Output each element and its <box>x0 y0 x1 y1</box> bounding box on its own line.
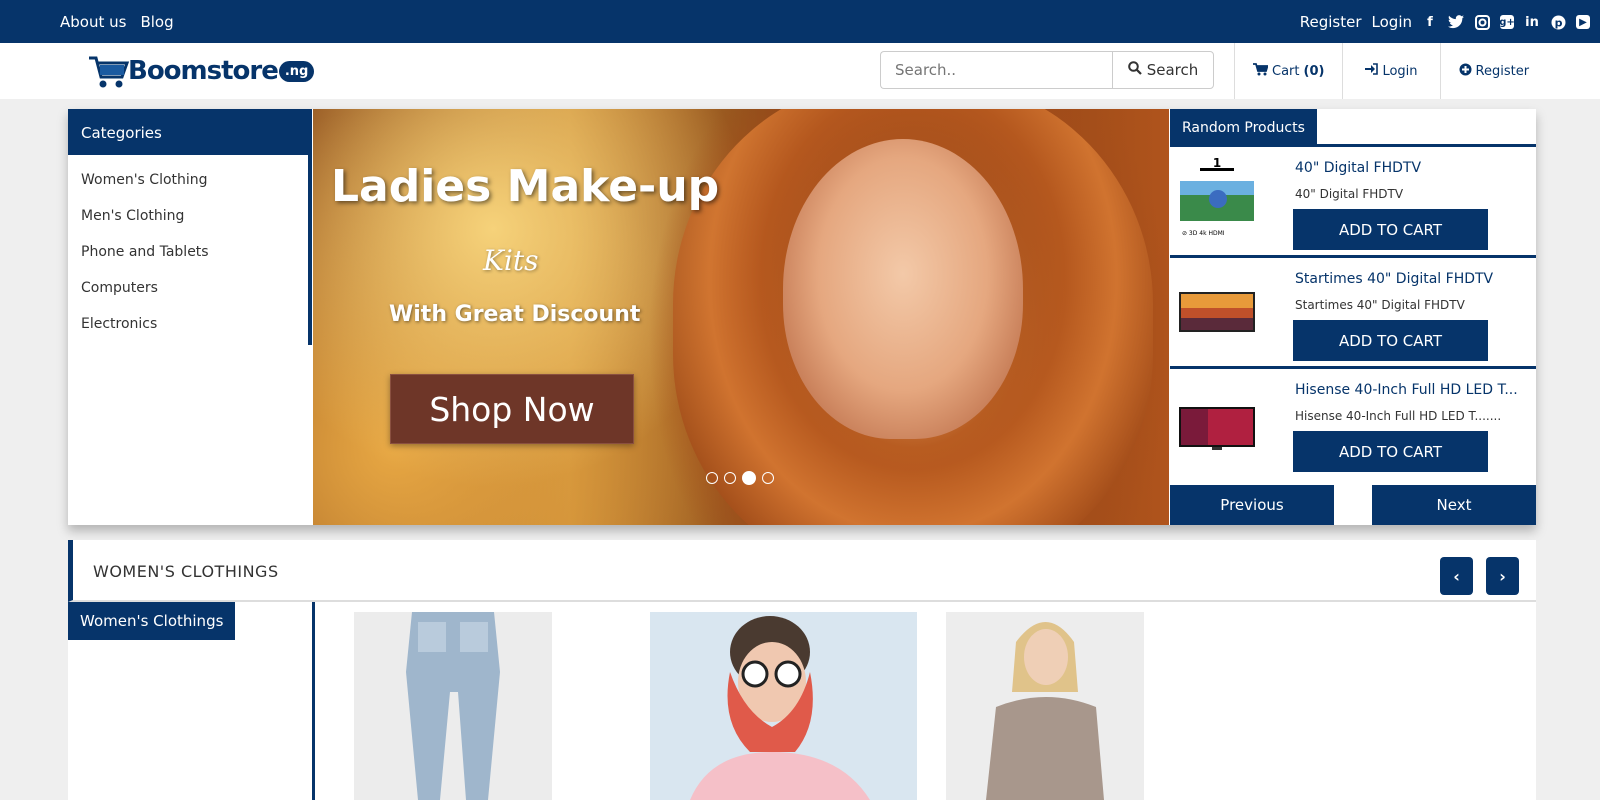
product-desc: Hisense 40-Inch Full HD LED T....... <box>1295 409 1502 423</box>
carousel-dot[interactable] <box>762 472 774 484</box>
svg-text:⊘ 3D 4k HDMI: ⊘ 3D 4k HDMI <box>1182 230 1225 237</box>
instagram-icon[interactable] <box>1474 14 1490 30</box>
register-label: Register <box>1475 63 1530 79</box>
carousel-dot[interactable] <box>706 472 718 484</box>
cart-label: Cart <box>1272 63 1300 79</box>
next-button[interactable]: Next <box>1372 485 1536 525</box>
shop-now-button[interactable]: Shop Now <box>390 374 634 444</box>
top-register-link[interactable]: Register <box>1300 13 1362 31</box>
product-item: Hisense 40-Inch Full HD LED T... Hisense… <box>1170 369 1536 480</box>
logo-tld: .ng <box>278 60 315 82</box>
svg-text:p: p <box>1554 16 1562 29</box>
site-logo[interactable]: Boomstore .ng <box>88 55 315 88</box>
chevron-right-icon: › <box>1499 566 1506 586</box>
header-nav: Cart (0) Login Register <box>1234 43 1547 99</box>
category-womens-clothing[interactable]: Women's Clothing <box>68 169 308 205</box>
logo-name: Boomstore <box>128 56 279 86</box>
hero-area: Categories Women's Clothing Men's Clothi… <box>68 109 1536 525</box>
carousel-dot-active[interactable] <box>742 471 756 485</box>
top-right-links: Register Login f g+ in p ▶ <box>1300 13 1590 31</box>
add-to-cart-button[interactable]: ADD TO CART <box>1293 209 1488 250</box>
category-electronics[interactable]: Electronics <box>68 313 308 349</box>
search-bar: Search <box>880 51 1214 89</box>
blog-link[interactable]: Blog <box>140 13 173 31</box>
product-image-scarf-model[interactable] <box>650 612 917 800</box>
random-products-title: Random Products <box>1170 109 1317 147</box>
cart-count: (0) <box>1303 63 1325 79</box>
random-products-header: Random Products <box>1170 109 1536 147</box>
top-login-link[interactable]: Login <box>1372 13 1412 31</box>
product-desc: Startimes 40" Digital FHDTV <box>1295 298 1465 312</box>
top-bar: About us Blog Register Login f g+ in p ▶ <box>0 0 1600 43</box>
product-item: 1 ⊘ 3D 4k HDMI 40" Digital FHDTV 40" Dig… <box>1170 147 1536 258</box>
login-label: Login <box>1382 63 1418 79</box>
random-products-panel: Random Products 1 ⊘ 3D 4k HDMI 40" Digit… <box>1170 109 1536 525</box>
product-thumbnail-tv[interactable] <box>1178 290 1256 336</box>
categories-panel: Categories Women's Clothing Men's Clothi… <box>68 109 312 525</box>
previous-button[interactable]: Previous <box>1170 485 1334 525</box>
categories-title: Categories <box>68 109 312 155</box>
pager-gap <box>1334 485 1372 525</box>
svg-text:1: 1 <box>1213 156 1221 170</box>
linkedin-icon[interactable]: in <box>1524 14 1540 30</box>
carousel-indicators <box>706 471 774 485</box>
categories-list: Women's Clothing Men's Clothing Phone an… <box>68 155 312 345</box>
product-image-jeans[interactable] <box>354 612 552 800</box>
carousel-dot[interactable] <box>724 472 736 484</box>
category-mens-clothing[interactable]: Men's Clothing <box>68 205 308 241</box>
section-header: WOMEN'S CLOTHINGS ‹ › <box>68 540 1536 602</box>
search-icon <box>1127 61 1142 79</box>
login-link[interactable]: Login <box>1342 43 1439 99</box>
pinterest-icon[interactable]: p <box>1550 14 1566 30</box>
about-us-link[interactable]: About us <box>60 13 126 31</box>
product-item: Startimes 40" Digital FHDTV Startimes 40… <box>1170 258 1536 369</box>
product-thumbnail-tv[interactable]: 1 ⊘ 3D 4k HDMI <box>1178 155 1256 239</box>
google-plus-icon[interactable]: g+ <box>1499 15 1515 29</box>
product-title[interactable]: 40" Digital FHDTV <box>1295 160 1525 176</box>
womens-clothings-tab[interactable]: Women's Clothings <box>68 602 236 640</box>
search-button-label: Search <box>1146 61 1199 79</box>
hero-banner[interactable]: Ladies Make-up Kits With Great Discount … <box>313 109 1169 525</box>
banner-title: Ladies Make-up <box>331 161 720 212</box>
scroll-left-button[interactable]: ‹ <box>1440 557 1473 595</box>
category-phone-tablets[interactable]: Phone and Tablets <box>68 241 308 277</box>
add-to-cart-button[interactable]: ADD TO CART <box>1293 320 1488 361</box>
banner-subtitle: With Great Discount <box>389 302 641 327</box>
add-to-cart-button[interactable]: ADD TO CART <box>1293 431 1488 472</box>
womens-clothings-section: WOMEN'S CLOTHINGS ‹ › Women's Clothings <box>68 540 1536 800</box>
banner-model-face <box>783 139 1023 439</box>
cart-link[interactable]: Cart (0) <box>1234 43 1342 99</box>
chevron-left-icon: ‹ <box>1453 566 1460 586</box>
section-sidebar: Women's Clothings <box>68 602 315 800</box>
plus-circle-icon <box>1459 63 1472 80</box>
twitter-icon[interactable] <box>1448 14 1464 30</box>
section-title: WOMEN'S CLOTHINGS <box>93 562 279 581</box>
search-button[interactable]: Search <box>1112 51 1214 89</box>
youtube-icon[interactable]: ▶ <box>1576 15 1590 29</box>
product-title[interactable]: Startimes 40" Digital FHDTV <box>1295 271 1525 287</box>
logo-cart-icon <box>88 55 130 88</box>
cart-icon <box>1253 62 1269 80</box>
product-title[interactable]: Hisense 40-Inch Full HD LED T... <box>1295 382 1525 398</box>
main-header: Boomstore .ng Search Cart (0) Login <box>0 43 1600 99</box>
product-desc: 40" Digital FHDTV <box>1295 187 1404 201</box>
search-input[interactable] <box>880 51 1112 89</box>
random-products-pager: Previous Next <box>1170 485 1536 525</box>
sign-in-icon <box>1365 63 1379 79</box>
product-thumbnail-tv[interactable] <box>1178 405 1256 451</box>
scroll-right-button[interactable]: › <box>1486 557 1519 595</box>
register-link[interactable]: Register <box>1439 43 1548 99</box>
facebook-icon[interactable]: f <box>1422 14 1438 30</box>
section-body: Women's Clothings <box>68 602 1536 800</box>
category-computers[interactable]: Computers <box>68 277 308 313</box>
top-left-links: About us Blog <box>60 13 174 31</box>
banner-kits: Kits <box>483 244 539 277</box>
product-image-blouse[interactable] <box>946 612 1144 800</box>
